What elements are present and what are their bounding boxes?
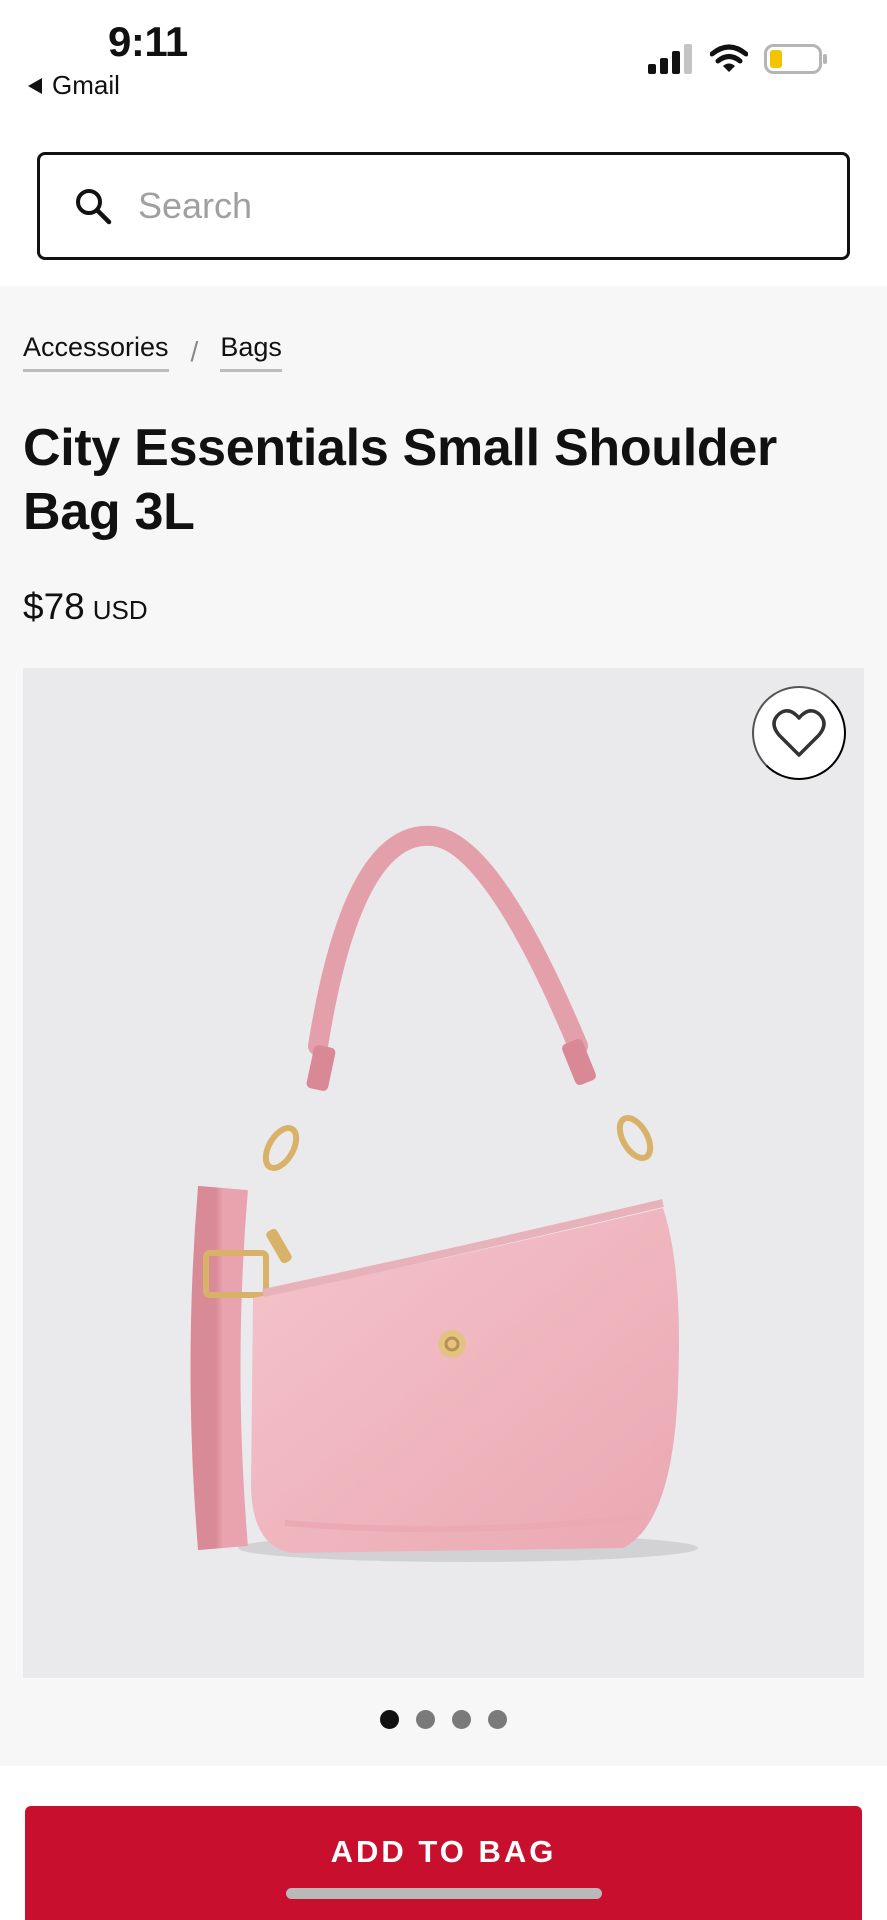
status-time: 9:11 (108, 18, 188, 65)
breadcrumb: Accessories / Bags (23, 332, 282, 372)
search-input[interactable] (138, 185, 738, 227)
back-app-label: Gmail (52, 70, 120, 100)
wifi-icon (710, 44, 748, 72)
product-price: $78 USD (23, 586, 148, 628)
battery-low-icon (764, 44, 827, 74)
carousel-pagination (0, 1710, 887, 1729)
back-to-app-link[interactable]: Gmail (28, 70, 120, 101)
product-title: City Essentials Small Shoulder Bag 3L (23, 419, 777, 541)
search-icon (76, 189, 112, 225)
breadcrumb-separator: / (190, 336, 199, 367)
carousel-dot-1[interactable] (380, 1710, 399, 1729)
back-triangle-icon (28, 77, 42, 94)
breadcrumb-bags-link[interactable]: Bags (220, 332, 282, 372)
add-to-bag-button[interactable]: ADD TO BAG (25, 1806, 862, 1920)
heart-outline-icon (772, 709, 826, 757)
breadcrumb-accessories-link[interactable]: Accessories (23, 332, 169, 372)
status-bar: 9:11 Gmail (0, 0, 887, 110)
price-value: $78 (23, 586, 85, 627)
carousel-dot-4[interactable] (488, 1710, 507, 1729)
carousel-dot-3[interactable] (452, 1710, 471, 1729)
product-photo (190, 825, 698, 1562)
carousel-dot-2[interactable] (416, 1710, 435, 1729)
cellular-signal-icon (648, 44, 692, 74)
product-page: 9:11 Gmail Search Accessories / Bags Cit… (0, 0, 887, 1920)
home-indicator (286, 1888, 602, 1899)
search-box[interactable] (37, 152, 850, 260)
price-currency: USD (92, 595, 148, 625)
product-detail: Accessories / Bags City Essentials Small… (0, 286, 887, 1766)
wishlist-button[interactable] (752, 686, 846, 780)
search-section (0, 110, 887, 286)
product-image-carousel[interactable] (23, 668, 864, 1678)
